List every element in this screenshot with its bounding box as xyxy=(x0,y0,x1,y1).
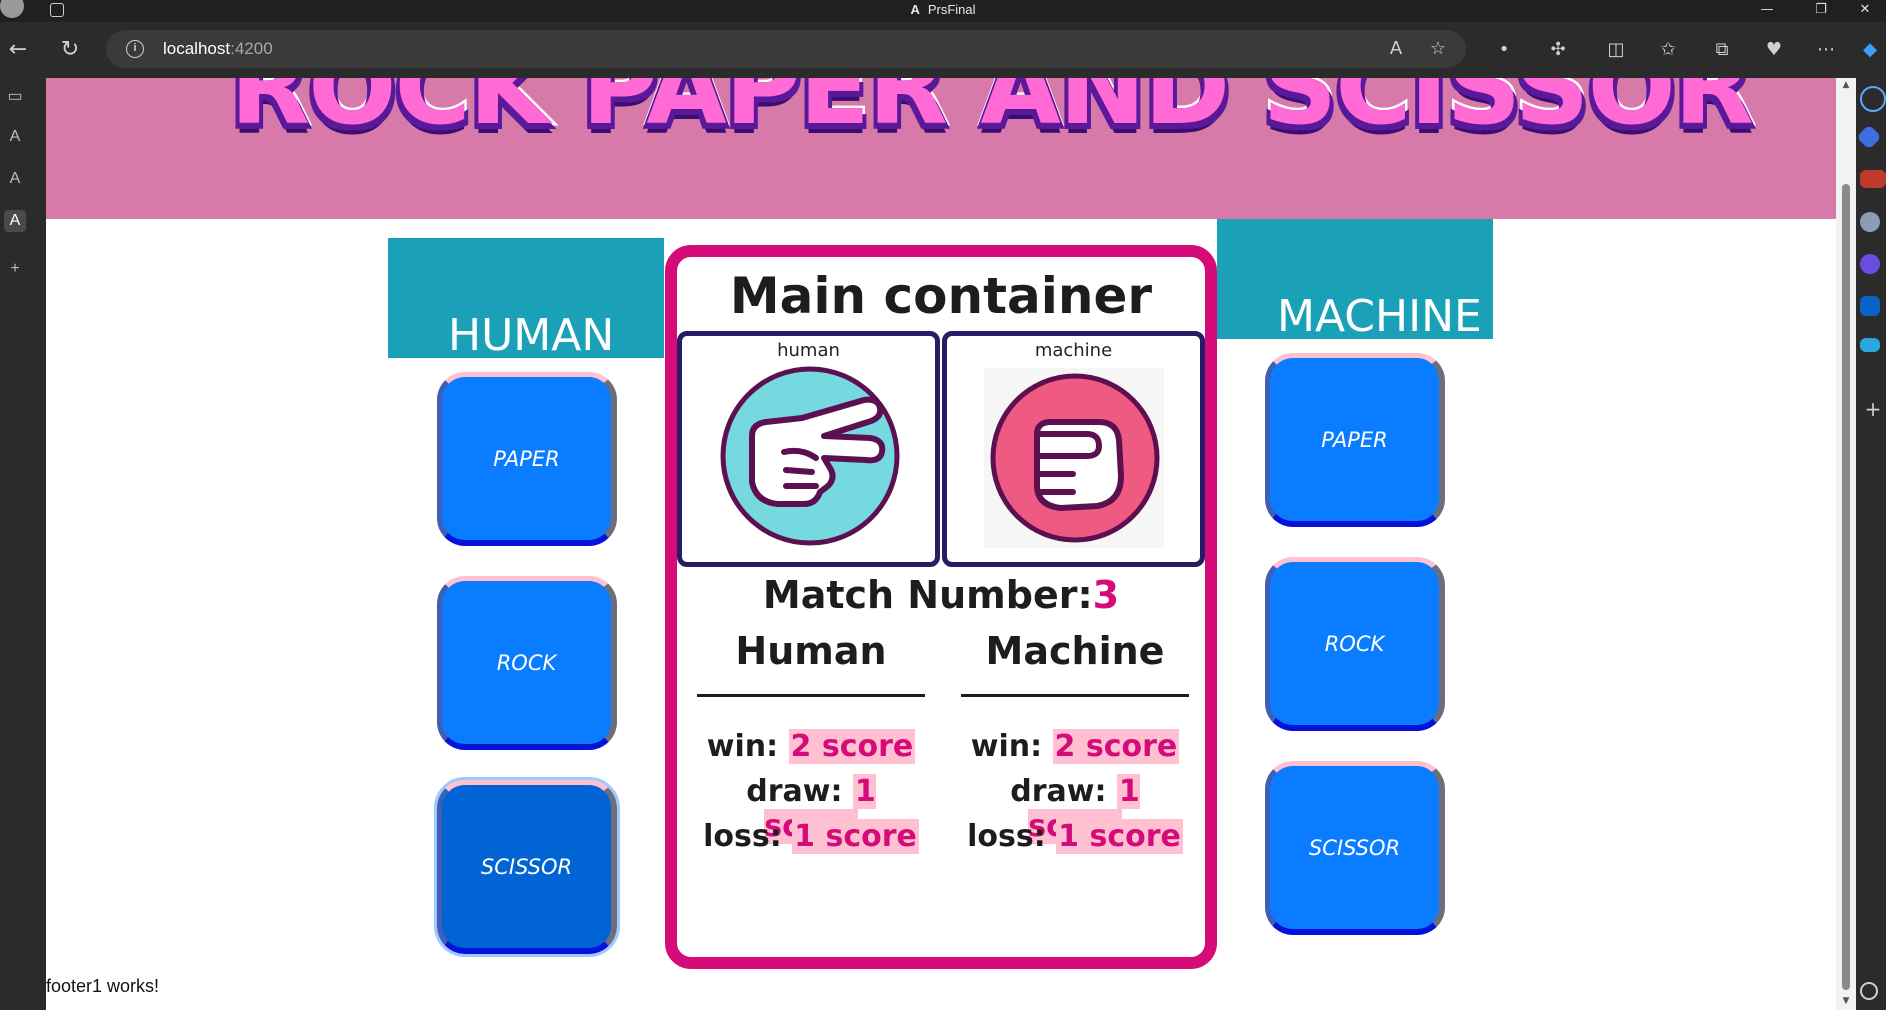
tab-actions-icon[interactable]: ▭ xyxy=(4,86,26,108)
loss-label: loss: xyxy=(967,819,1046,854)
win-label: win: xyxy=(970,729,1043,764)
human-score-title: Human xyxy=(735,629,887,673)
human-choice-card: human xyxy=(677,331,940,567)
machine-win-stat: win: 2 score xyxy=(961,729,1189,764)
page-scrollbar[interactable]: ▲ ▼ xyxy=(1836,78,1856,1010)
tab-angular-active-icon[interactable]: A xyxy=(4,210,26,232)
add-sidebar-app-icon[interactable]: + xyxy=(1860,396,1886,422)
edge-sidebar: + xyxy=(1856,78,1886,1010)
scrollbar-thumb[interactable] xyxy=(1842,184,1850,990)
human-label-box: HUMAN xyxy=(388,238,664,361)
machine-label: MACHINE xyxy=(1277,291,1482,342)
human-win-stat: win: 2 score xyxy=(697,729,925,764)
machine-label-box: MACHINE xyxy=(1217,219,1493,342)
tab-angular-icon[interactable]: A xyxy=(4,126,26,148)
browser-essentials-icon[interactable]: ♥ xyxy=(1760,36,1788,64)
browser-toolbar: ← ↻ i localhost:4200 A ☆ • ✣ ◫ ✩ ⧉ ♥ ⋯ ◆ xyxy=(0,22,1886,78)
main-container: Main container human machine Match Numbe… xyxy=(665,245,1217,969)
angular-logo-icon: A xyxy=(910,2,920,17)
more-menu-icon[interactable]: ⋯ xyxy=(1812,36,1840,64)
copilot-play-icon[interactable] xyxy=(1860,254,1880,274)
profile-people-icon[interactable] xyxy=(1860,212,1880,232)
machine-card-caption: machine xyxy=(1034,340,1113,361)
machine-loss-stat: loss: 1 score xyxy=(961,819,1189,854)
rock-fist-icon xyxy=(990,373,1160,543)
tab-angular-icon[interactable]: A xyxy=(4,168,26,190)
copilot-icon[interactable]: ◆ xyxy=(1856,36,1884,64)
footer-text: footer1 works! xyxy=(46,976,160,996)
page-viewport: ROCK PAPER AND SCISSOR HUMAN PAPER ROCK … xyxy=(46,78,1836,1010)
loss-label: loss: xyxy=(703,819,782,854)
machine-choice-card: machine xyxy=(942,331,1205,567)
human-paper-button[interactable]: PAPER xyxy=(437,372,617,546)
win-value: 2 score xyxy=(788,729,916,764)
machine-score-divider xyxy=(961,694,1189,697)
human-scissor-button[interactable]: SCISSOR xyxy=(434,777,620,957)
match-number-value: 3 xyxy=(1092,573,1120,617)
vertical-tabs-rail: ▭ A A A + xyxy=(0,78,46,1010)
back-arrow-icon[interactable]: ← xyxy=(4,36,32,64)
collections-icon[interactable]: ⧉ xyxy=(1708,36,1736,64)
human-loss-stat: loss: 1 score xyxy=(697,819,925,854)
site-info-icon[interactable]: i xyxy=(126,40,144,58)
search-icon[interactable] xyxy=(1860,86,1886,112)
minimize-button[interactable]: — xyxy=(1744,0,1790,22)
browser-title-bar: A PrsFinal — ❐ ✕ xyxy=(0,0,1886,22)
new-tab-plus-icon[interactable]: + xyxy=(4,258,26,280)
scroll-down-arrow-icon[interactable]: ▼ xyxy=(1840,996,1852,1006)
split-screen-icon[interactable]: ◫ xyxy=(1602,36,1630,64)
address-bar[interactable]: i localhost:4200 A ☆ xyxy=(106,30,1466,68)
win-label: win: xyxy=(706,729,779,764)
tools-briefcase-icon[interactable] xyxy=(1860,170,1886,188)
loss-value: 1 score xyxy=(792,819,919,854)
favorite-star-icon[interactable]: ☆ xyxy=(1426,37,1450,61)
shopping-tag-icon[interactable] xyxy=(1856,124,1882,150)
extension-pin-icon[interactable]: • xyxy=(1490,36,1518,64)
close-window-button[interactable]: ✕ xyxy=(1842,0,1886,22)
draw-label: draw: xyxy=(1010,774,1107,809)
machine-score-title: Machine xyxy=(985,629,1165,673)
url-text[interactable]: localhost:4200 xyxy=(163,39,273,59)
loss-value: 1 score xyxy=(1056,819,1183,854)
refresh-icon[interactable]: ↻ xyxy=(56,36,84,64)
machine-rock-button[interactable]: ROCK xyxy=(1265,557,1445,731)
machine-paper-button[interactable]: PAPER xyxy=(1265,353,1445,527)
restore-button[interactable]: ❐ xyxy=(1798,0,1844,22)
match-number: Match Number:3 xyxy=(677,573,1205,617)
human-card-caption: human xyxy=(777,340,840,361)
machine-scissor-button[interactable]: SCISSOR xyxy=(1265,761,1445,935)
win-value: 2 score xyxy=(1052,729,1180,764)
draw-label: draw: xyxy=(746,774,843,809)
human-label: HUMAN xyxy=(448,310,615,361)
main-container-title: Main container xyxy=(729,267,1153,325)
outlook-icon[interactable] xyxy=(1860,296,1880,316)
favorites-icon[interactable]: ✩ xyxy=(1654,36,1682,64)
match-number-label: Match Number: xyxy=(762,573,1093,617)
scroll-up-arrow-icon[interactable]: ▲ xyxy=(1840,80,1852,90)
window-title: A PrsFinal xyxy=(910,2,976,17)
read-aloud-icon[interactable]: A xyxy=(1384,37,1408,61)
header-banner: ROCK PAPER AND SCISSOR xyxy=(46,78,1836,219)
scissor-hand-icon xyxy=(720,366,900,546)
human-rock-button[interactable]: ROCK xyxy=(437,576,617,750)
send-icon[interactable] xyxy=(1860,338,1880,352)
human-score-divider xyxy=(697,694,925,697)
sidebar-settings-gear-icon[interactable] xyxy=(1860,982,1878,1000)
game-logo: ROCK PAPER AND SCISSOR xyxy=(228,78,1757,151)
extensions-puzzle-icon[interactable]: ✣ xyxy=(1544,36,1572,64)
